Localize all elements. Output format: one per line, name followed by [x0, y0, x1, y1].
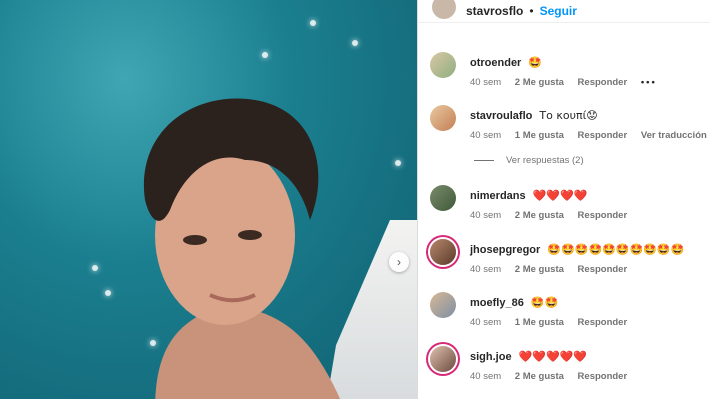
- reply-button[interactable]: Responder: [578, 317, 628, 328]
- comment-username[interactable]: stavroulaflo: [470, 110, 532, 122]
- comment-text: 🤩: [528, 56, 543, 69]
- sparkle: [395, 160, 401, 166]
- avatar[interactable]: [430, 292, 456, 318]
- comment-time: 40 sem: [470, 130, 502, 141]
- follow-button[interactable]: Seguir: [540, 4, 577, 18]
- avatar[interactable]: [432, 0, 456, 19]
- divider: [474, 160, 494, 161]
- avatar[interactable]: [430, 52, 456, 78]
- comment-text: ❤️❤️❤️❤️❤️: [518, 350, 588, 363]
- reply-button[interactable]: Responder: [578, 210, 628, 221]
- comments-panel: stavrosflo • Seguir otroender 🤩 40 sem 2…: [417, 0, 710, 399]
- comment-time: 40 sem: [470, 317, 502, 328]
- comment-time: 40 sem: [470, 77, 502, 88]
- comment-time: 40 sem: [470, 264, 502, 275]
- avatar[interactable]: [430, 346, 456, 372]
- likes-link[interactable]: 2 Me gusta: [515, 210, 564, 221]
- sparkle: [92, 265, 98, 271]
- post-photo: ›: [0, 0, 417, 399]
- comment-time: 40 sem: [470, 210, 502, 221]
- likes-link[interactable]: 1 Me gusta: [515, 130, 564, 141]
- reply-button[interactable]: Responder: [578, 264, 628, 275]
- sparkle: [310, 20, 316, 26]
- reply-button[interactable]: Responder: [578, 371, 628, 382]
- comment-text: ❤️❤️❤️❤️: [532, 189, 588, 202]
- comment-username[interactable]: otroender: [470, 57, 521, 69]
- likes-link[interactable]: 2 Me gusta: [515, 371, 564, 382]
- person-selfie: [143, 98, 341, 399]
- more-options-icon[interactable]: •••: [641, 77, 657, 88]
- comment-text: 🤩🤩: [530, 296, 559, 309]
- view-replies-label: Ver respuestas (2): [506, 155, 584, 166]
- reply-button[interactable]: Responder: [578, 77, 628, 88]
- owner-username[interactable]: stavrosflo: [466, 4, 523, 18]
- avatar[interactable]: [430, 105, 456, 131]
- translate-link[interactable]: Ver traducción: [641, 130, 707, 141]
- separator: •: [529, 4, 534, 18]
- likes-link[interactable]: 2 Me gusta: [515, 264, 564, 275]
- avatar[interactable]: [430, 239, 456, 265]
- sparkle: [352, 40, 358, 46]
- likes-link[interactable]: 2 Me gusta: [515, 77, 564, 88]
- comment-username[interactable]: jhosepgregor: [470, 244, 540, 256]
- comment-username[interactable]: moefly_86: [470, 297, 524, 309]
- comment-text: Το κουπί😟: [539, 109, 598, 122]
- comment-username[interactable]: sigh.joe: [470, 351, 512, 363]
- sparkle: [105, 290, 111, 296]
- chevron-right-icon[interactable]: ›: [389, 252, 409, 272]
- comment-username[interactable]: nimerdans: [470, 190, 526, 202]
- sparkle: [262, 52, 268, 58]
- comment-time: 40 sem: [470, 371, 502, 382]
- comment-text: 🤩🤩🤩🤩🤩🤩🤩🤩🤩🤩: [547, 243, 685, 256]
- reply-button[interactable]: Responder: [578, 130, 628, 141]
- likes-link[interactable]: 1 Me gusta: [515, 317, 564, 328]
- view-replies-button[interactable]: Ver respuestas (2): [474, 155, 584, 166]
- avatar[interactable]: [430, 185, 456, 211]
- post-header: stavrosflo • Seguir: [418, 0, 710, 23]
